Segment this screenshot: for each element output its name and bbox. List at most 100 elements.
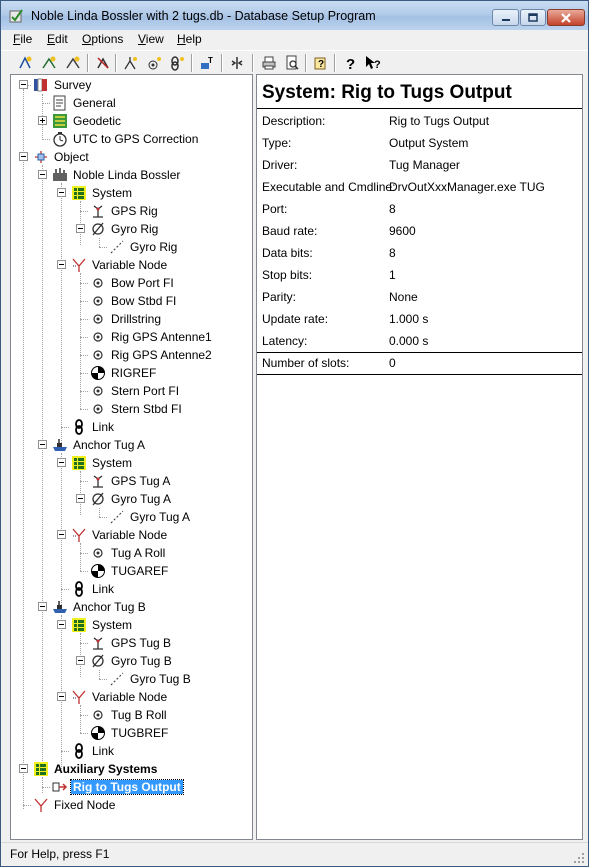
collapse-toggle[interactable] bbox=[76, 656, 85, 665]
tree-item-label: TUGAREF bbox=[111, 564, 169, 578]
delete-button[interactable] bbox=[93, 53, 113, 73]
maximize-button[interactable] bbox=[520, 9, 546, 26]
collapse-toggle[interactable] bbox=[38, 602, 47, 611]
settings-button[interactable]: T bbox=[197, 53, 217, 73]
tree-item-variable-node[interactable]: Variable Node bbox=[11, 256, 251, 274]
tree-item-label: Noble Linda Bossler bbox=[73, 168, 181, 182]
tree-item-tug-a-roll[interactable]: Tug A Roll bbox=[11, 544, 251, 562]
print-button[interactable] bbox=[259, 53, 279, 73]
tree-item-drillstring[interactable]: Drillstring bbox=[11, 310, 251, 328]
collapse-toggle[interactable] bbox=[38, 170, 47, 179]
add-link-button[interactable] bbox=[167, 53, 187, 73]
tree-item-tugbref[interactable]: TUGBREF bbox=[11, 724, 251, 742]
tree-item-label: Gyro Tug B bbox=[130, 672, 191, 686]
tree-view[interactable]: Survey General Geodetic UTC to GPS Corre… bbox=[10, 74, 253, 840]
collapse-toggle[interactable] bbox=[57, 458, 66, 467]
add-system-button[interactable] bbox=[63, 53, 83, 73]
tree-item-auxiliary-systems[interactable]: Auxiliary Systems bbox=[11, 760, 251, 778]
menu-options[interactable]: Options bbox=[82, 32, 123, 46]
collapse-toggle[interactable] bbox=[19, 152, 28, 161]
menu-file[interactable]: File bbox=[13, 32, 32, 46]
tree-item-label: Rig GPS Antenne2 bbox=[111, 348, 212, 362]
collapse-toggle[interactable] bbox=[57, 188, 66, 197]
close-button[interactable] bbox=[547, 9, 585, 26]
expand-toggle[interactable] bbox=[38, 116, 47, 125]
collapse-toggle[interactable] bbox=[57, 530, 66, 539]
tree-item-gps-tug-a[interactable]: GPS Tug A bbox=[11, 472, 251, 490]
tree-item-anchor-tug-b[interactable]: Anchor Tug B bbox=[11, 598, 251, 616]
tree-item-bow-stbd-fi[interactable]: Bow Stbd FI bbox=[11, 292, 251, 310]
tree-item-label: General bbox=[73, 96, 116, 110]
tree-item-variable-node-tug-a[interactable]: Variable Node bbox=[11, 526, 251, 544]
context-help-button[interactable]: ? bbox=[311, 53, 331, 73]
tree-item-label: GPS Tug B bbox=[111, 636, 172, 650]
collapse-toggle[interactable] bbox=[76, 494, 85, 503]
tree-item-gyro-rig-sensor[interactable]: Gyro Rig bbox=[11, 238, 251, 256]
add-node-button[interactable] bbox=[120, 53, 140, 73]
resize-grip-icon[interactable] bbox=[573, 852, 585, 864]
minimize-button[interactable] bbox=[492, 9, 519, 26]
tree-item-geodetic[interactable]: Geodetic bbox=[11, 112, 251, 130]
tree-item-rig-gps-antenne2[interactable]: Rig GPS Antenne2 bbox=[11, 346, 251, 364]
collapse-toggle[interactable] bbox=[19, 764, 28, 773]
about-button[interactable]: ? bbox=[340, 53, 360, 73]
tree-item-fixed-node[interactable]: Fixed Node bbox=[11, 796, 251, 814]
whats-this-button[interactable]: ? bbox=[363, 53, 383, 73]
tree-item-tugaref[interactable]: TUGAREF bbox=[11, 562, 251, 580]
property-row: Description: Rig to Tugs Output bbox=[257, 110, 582, 132]
tree-item-rigref[interactable]: RIGREF bbox=[11, 364, 251, 382]
tree-connector bbox=[61, 589, 69, 590]
tree-item-general[interactable]: General bbox=[11, 94, 251, 112]
tree-item-gyro-tug-a-sensor[interactable]: Gyro Tug A bbox=[11, 508, 251, 526]
tree-item-system[interactable]: System bbox=[11, 184, 251, 202]
tree-item-survey[interactable]: Survey bbox=[11, 76, 251, 94]
tree-connector bbox=[80, 733, 88, 734]
tree-item-anchor-tug-a[interactable]: Anchor Tug A bbox=[11, 436, 251, 454]
collapse-toggle[interactable] bbox=[57, 260, 66, 269]
tree-item-bow-port-fi[interactable]: Bow Port FI bbox=[11, 274, 251, 292]
tree-item-gyro-tug-a[interactable]: Gyro Tug A bbox=[11, 490, 251, 508]
tree-item-utc-correction[interactable]: UTC to GPS Correction bbox=[11, 130, 251, 148]
output-icon bbox=[52, 782, 68, 792]
menu-edit[interactable]: Edit bbox=[47, 32, 68, 46]
tree-item-stern-stbd-fi[interactable]: Stern Stbd FI bbox=[11, 400, 251, 418]
add-point-button[interactable] bbox=[144, 53, 164, 73]
property-label: Data bits: bbox=[262, 246, 313, 260]
tree-item-object[interactable]: Object bbox=[11, 148, 251, 166]
node-point-icon bbox=[93, 350, 103, 360]
tree-connector bbox=[80, 373, 88, 374]
tree-item-tug-b-roll[interactable]: Tug B Roll bbox=[11, 706, 251, 724]
tree-item-stern-port-fi[interactable]: Stern Port FI bbox=[11, 382, 251, 400]
collapse-toggle[interactable] bbox=[38, 440, 47, 449]
collapse-toggle[interactable] bbox=[57, 620, 66, 629]
tree-item-link[interactable]: Link bbox=[11, 418, 251, 436]
tree-item-link-tug-a[interactable]: Link bbox=[11, 580, 251, 598]
tree-item-gyro-tug-b[interactable]: Gyro Tug B bbox=[11, 652, 251, 670]
tree-item-gps-tug-b[interactable]: GPS Tug B bbox=[11, 634, 251, 652]
tree-item-system-tug-b[interactable]: System bbox=[11, 616, 251, 634]
collapse-toggle[interactable] bbox=[76, 224, 85, 233]
tree-item-rig-to-tugs-output[interactable]: Rig to Tugs Output bbox=[11, 778, 251, 796]
add-object-button[interactable] bbox=[39, 53, 59, 73]
tree-item-label: System bbox=[92, 186, 133, 200]
title-bar[interactable]: Noble Linda Bossler with 2 tugs.db - Dat… bbox=[1, 1, 588, 30]
tree-item-link-tug-b[interactable]: Link bbox=[11, 742, 251, 760]
tree-item-noble-linda-bossler[interactable]: Noble Linda Bossler bbox=[11, 166, 251, 184]
tree-item-system-tug-a[interactable]: System bbox=[11, 454, 251, 472]
tree-item-gyro-rig[interactable]: Gyro Rig bbox=[11, 220, 251, 238]
node-point-icon bbox=[93, 710, 103, 720]
tree-item-rig-gps-antenne1[interactable]: Rig GPS Antenne1 bbox=[11, 328, 251, 346]
tree-item-label: Rig to Tugs Output bbox=[70, 779, 184, 795]
collapse-toggle[interactable] bbox=[19, 80, 28, 89]
transfer-button[interactable] bbox=[227, 53, 247, 73]
menu-view[interactable]: View bbox=[138, 32, 164, 46]
add-survey-button[interactable] bbox=[15, 53, 35, 73]
tree-item-gps-rig[interactable]: GPS Rig bbox=[11, 202, 251, 220]
tree-item-variable-node-tug-b[interactable]: Variable Node bbox=[11, 688, 251, 706]
menu-help[interactable]: Help bbox=[177, 32, 202, 46]
tree-item-gyro-tug-b-sensor[interactable]: Gyro Tug B bbox=[11, 670, 251, 688]
print-preview-button[interactable] bbox=[282, 53, 302, 73]
property-value: 8 bbox=[389, 246, 396, 260]
add-system-icon bbox=[66, 56, 80, 69]
collapse-toggle[interactable] bbox=[57, 692, 66, 701]
